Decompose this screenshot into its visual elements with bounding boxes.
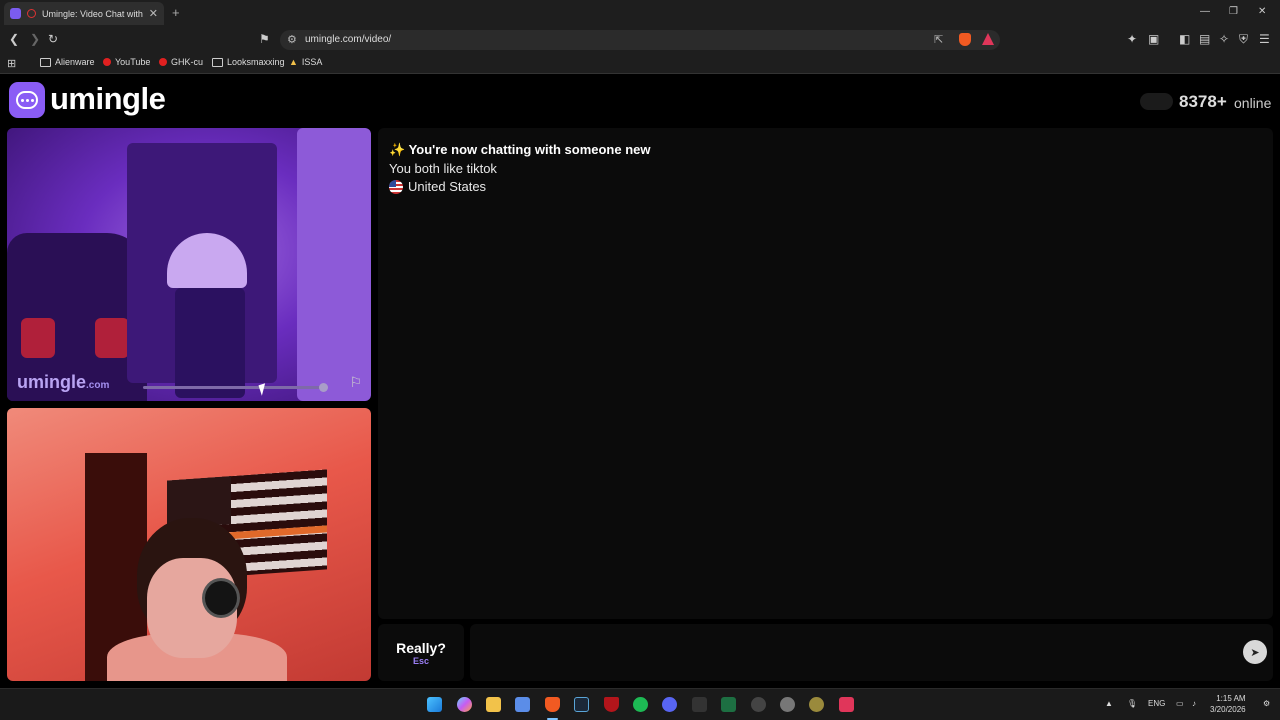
excel-icon[interactable]: [721, 697, 736, 712]
clock-app-icon[interactable]: [751, 697, 766, 712]
bookmark-label: YouTube: [115, 57, 151, 67]
browser-tabbar: Umingle: Video Chat with Strangers ✕ + —…: [0, 0, 1280, 27]
vpn-shield-icon[interactable]: ⛨: [1239, 32, 1248, 47]
clock-date: 3/20/2026: [1210, 705, 1246, 714]
browser-navbar: ❮ ❯ ↻ ⚑ ⚙ umingle.com/video/ ⇱ ✦ ▣ ◧ ▤ ✧…: [0, 27, 1280, 53]
tab-title: Umingle: Video Chat with Strangers: [42, 8, 143, 19]
epic-games-icon[interactable]: [692, 697, 707, 712]
folder-icon: [212, 57, 223, 67]
system-clock[interactable]: 1:15 AM 3/20/2026: [1210, 693, 1246, 715]
settings-icon[interactable]: [780, 697, 795, 712]
online-count: 8378+: [1179, 92, 1227, 111]
red-app-icon[interactable]: [604, 697, 619, 712]
share-icon[interactable]: ⇱: [934, 33, 943, 46]
bookmark-youtube[interactable]: YouTube: [103, 57, 150, 67]
theme-toggle[interactable]: [1140, 93, 1173, 110]
bookmark-page-icon[interactable]: ⚑: [259, 32, 270, 46]
url-text[interactable]: umingle.com/video/: [305, 34, 391, 45]
chat-intro-message: ✨ You're now chatting with someone new: [389, 142, 651, 157]
umingle-watermark: umingle.com: [17, 372, 110, 392]
volume-slider[interactable]: [143, 386, 325, 389]
wallet-icon[interactable]: ▣: [1148, 32, 1159, 46]
bookmark-alienware[interactable]: Alienware: [40, 57, 95, 67]
show-hidden-icons-icon[interactable]: ▲: [1105, 699, 1113, 708]
audio-playing-icon[interactable]: [27, 9, 36, 18]
extensions-icon[interactable]: ✦: [1127, 32, 1137, 46]
language-indicator[interactable]: ENG: [1148, 699, 1165, 708]
restore-icon[interactable]: ❐: [1229, 6, 1238, 17]
stranger-video[interactable]: umingle.com ⚐: [7, 128, 371, 401]
bookmarks-bar: ⊞ Alienware YouTube GHK-cu Looksmaxxing …: [0, 53, 1280, 74]
microsoft-store-icon[interactable]: [515, 697, 530, 712]
issa-icon: ▲: [289, 57, 298, 67]
site-info-icon[interactable]: ⚙: [287, 33, 297, 46]
browser-tab[interactable]: Umingle: Video Chat with Strangers ✕: [4, 2, 164, 25]
globe-app-icon[interactable]: [809, 697, 824, 712]
steam-icon[interactable]: [574, 697, 589, 712]
brave-browser-icon[interactable]: [545, 697, 560, 712]
notifications-icon[interactable]: ⚙: [1263, 699, 1270, 708]
forward-icon[interactable]: ❯: [30, 32, 40, 46]
close-window-icon[interactable]: ✕: [1258, 6, 1266, 17]
country-label: United States: [408, 179, 487, 194]
file-explorer-icon[interactable]: [486, 697, 501, 712]
skip-hint: Esc: [412, 656, 429, 666]
chair-accent: [95, 318, 129, 358]
person-legs: [175, 288, 245, 398]
minimize-icon[interactable]: —: [1200, 6, 1210, 17]
umingle-favicon-icon: [10, 8, 21, 19]
back-icon[interactable]: ❮: [9, 32, 19, 46]
send-button[interactable]: ➤: [1243, 640, 1267, 664]
sidebar-icon[interactable]: ◧: [1179, 32, 1190, 46]
brave-rewards-taskbar-icon[interactable]: [839, 697, 854, 712]
umingle-logo-icon[interactable]: [9, 82, 45, 118]
online-label: online: [1234, 95, 1272, 111]
umingle-page: umingle 8378+ online umingle.com ⚐ ✨ You…: [0, 75, 1280, 688]
menu-icon[interactable]: ☰: [1259, 32, 1270, 46]
close-tab-icon[interactable]: ✕: [149, 7, 158, 20]
report-flag-icon[interactable]: ⚐: [349, 374, 362, 391]
windows-taskbar: ▲ 🎙 ENG ▭ ♪ 1:15 AM 3/20/2026 ⚙: [0, 688, 1280, 720]
bookmark-label: Alienware: [55, 57, 95, 67]
clock-time: 1:15 AM: [1216, 694, 1246, 703]
chair-accent: [21, 318, 55, 358]
headphones: [202, 578, 240, 618]
chat-bubble-icon: [16, 91, 38, 109]
us-flag-icon: [389, 179, 403, 194]
bookmark-issa[interactable]: ▲ ISSA: [289, 57, 322, 67]
network-icon[interactable]: ▭: [1176, 699, 1184, 708]
brave-shields-icon[interactable]: [959, 33, 971, 46]
youtube-icon: [103, 58, 111, 66]
discord-icon[interactable]: [662, 697, 677, 712]
bookmark-label: GHK-cu: [171, 57, 204, 67]
site-logo-text[interactable]: umingle: [50, 81, 166, 117]
new-tab-button[interactable]: +: [172, 5, 180, 20]
leo-ai-icon[interactable]: ✧: [1219, 32, 1229, 46]
bookmark-label: ISSA: [301, 57, 323, 67]
copilot-icon[interactable]: [457, 697, 472, 712]
brave-rewards-icon[interactable]: [982, 33, 994, 45]
reload-icon[interactable]: ↻: [48, 32, 58, 46]
doorway: [297, 128, 371, 401]
volume-icon[interactable]: ♪: [1192, 699, 1196, 708]
chat-log: ✨ You're now chatting with someone new Y…: [378, 128, 1273, 619]
start-menu-icon[interactable]: [427, 697, 442, 712]
microphone-icon[interactable]: 🎙: [1127, 699, 1137, 708]
bookmark-label: Looksmaxxing: [227, 57, 285, 67]
spotify-icon[interactable]: [633, 697, 648, 712]
bookmark-ghk-cu[interactable]: GHK-cu: [159, 57, 203, 67]
bookmark-looksmaxxing[interactable]: Looksmaxxing: [212, 57, 285, 67]
volume-slider-handle[interactable]: [319, 383, 328, 392]
skip-button[interactable]: Really? Esc: [378, 624, 464, 681]
address-bar[interactable]: ⚙ umingle.com/video/ ⇱: [280, 30, 1000, 50]
youtube-icon: [159, 58, 167, 66]
skip-label: Really?: [396, 640, 446, 656]
apps-grid-icon[interactable]: ⊞: [7, 57, 16, 70]
country-message: United States: [389, 179, 486, 194]
self-video: [7, 408, 371, 681]
tab-manager-icon[interactable]: ▤: [1199, 32, 1210, 46]
folder-icon: [40, 57, 51, 67]
shared-interest-message: You both like tiktok: [389, 161, 497, 176]
message-input[interactable]: ➤: [470, 624, 1273, 681]
